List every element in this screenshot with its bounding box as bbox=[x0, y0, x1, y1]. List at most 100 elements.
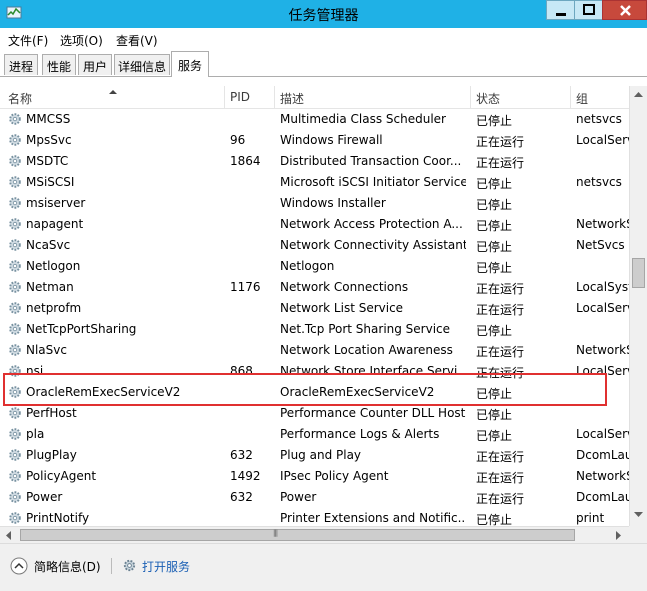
tab-performance[interactable]: 性能 bbox=[42, 54, 76, 75]
vertical-scroll-thumb[interactable] bbox=[632, 258, 645, 288]
highlight-box bbox=[3, 373, 607, 406]
service-group: netsvcs bbox=[576, 112, 622, 126]
service-gear-icon bbox=[8, 217, 22, 231]
table-row[interactable]: NetTcpPortSharing Net.Tcp Port Sharing Se… bbox=[0, 319, 629, 340]
service-description: Multimedia Class Scheduler bbox=[280, 112, 446, 126]
column-header-pid[interactable]: PID bbox=[230, 90, 250, 104]
minimize-icon bbox=[556, 13, 566, 16]
service-gear-icon bbox=[8, 322, 22, 336]
service-pid: 632 bbox=[230, 448, 253, 462]
menu-view[interactable]: 查看(V) bbox=[116, 32, 158, 49]
service-description: Printer Extensions and Notific... bbox=[280, 511, 466, 525]
column-header-description[interactable]: 描述 bbox=[280, 90, 304, 107]
service-name: NetTcpPortSharing bbox=[26, 322, 137, 336]
service-pid: 1492 bbox=[230, 469, 261, 483]
service-gear-icon bbox=[8, 343, 22, 357]
service-gear-icon bbox=[8, 448, 22, 462]
service-status: 正在运行 bbox=[476, 303, 525, 317]
service-status: 已停止 bbox=[476, 324, 513, 338]
service-group: DcomLau bbox=[576, 490, 629, 504]
tab-details[interactable]: 详细信息 bbox=[114, 54, 170, 75]
scroll-right-icon[interactable] bbox=[616, 531, 622, 540]
tab-services[interactable]: 服务 bbox=[171, 51, 209, 77]
column-header-status[interactable]: 状态 bbox=[476, 90, 500, 107]
service-name: MSiSCSI bbox=[26, 175, 75, 189]
tab-users[interactable]: 用户 bbox=[78, 54, 112, 75]
table-row[interactable]: MSDTC 1864 Distributed Transaction Coor...… bbox=[0, 151, 629, 172]
scroll-down-icon[interactable] bbox=[634, 512, 643, 518]
service-gear-icon bbox=[8, 133, 22, 147]
service-name: netprofm bbox=[26, 301, 82, 315]
table-row[interactable]: Power 632 Power 正在运行 DcomLau bbox=[0, 487, 629, 508]
table-row[interactable]: napagent Network Access Protection A... 已停… bbox=[0, 214, 629, 235]
table-row[interactable]: msiserver Windows Installer 已停止 bbox=[0, 193, 629, 214]
close-icon bbox=[620, 5, 631, 16]
menu-file[interactable]: 文件(F) bbox=[8, 32, 48, 49]
service-status: 已停止 bbox=[476, 240, 513, 254]
tab-processes[interactable]: 进程 bbox=[4, 54, 38, 75]
table-row[interactable]: PlugPlay 632 Plug and Play 正在运行 DcomLau bbox=[0, 445, 629, 466]
table-row[interactable]: MSiSCSI Microsoft iSCSI Initiator Service… bbox=[0, 172, 629, 193]
service-description: Windows Installer bbox=[280, 196, 386, 210]
service-description: Netlogon bbox=[280, 259, 335, 273]
service-description: Network Location Awareness bbox=[280, 343, 453, 357]
table-row[interactable]: MMCSS Multimedia Class Scheduler 已停止 netsvc… bbox=[0, 109, 629, 130]
service-pid: 1176 bbox=[230, 280, 261, 294]
chevron-up-circle-icon[interactable] bbox=[10, 557, 28, 575]
service-group: NetworkS bbox=[576, 217, 629, 231]
service-status: 正在运行 bbox=[476, 450, 525, 464]
service-description: Network List Service bbox=[280, 301, 404, 315]
table-row[interactable]: NlaSvc Network Location Awareness 正在运行 Netw… bbox=[0, 340, 629, 361]
service-gear-icon bbox=[8, 154, 22, 168]
service-name: PrintNotify bbox=[26, 511, 90, 525]
table-row[interactable]: PolicyAgent 1492 IPsec Policy Agent 正在运行 Net… bbox=[0, 466, 629, 487]
service-group: LocalSyst bbox=[576, 280, 629, 294]
table-row[interactable]: PrintNotify Printer Extensions and Notifi… bbox=[0, 508, 629, 526]
maximize-button[interactable] bbox=[574, 0, 603, 20]
title-bar[interactable]: 任务管理器 bbox=[0, 0, 647, 28]
table-row[interactable]: MpsSvc 96 Windows Firewall 正在运行 LocalServ bbox=[0, 130, 629, 151]
service-description: Distributed Transaction Coor... bbox=[280, 154, 462, 168]
service-status: 已停止 bbox=[476, 429, 513, 443]
service-pid: 632 bbox=[230, 490, 253, 504]
vertical-scrollbar[interactable] bbox=[629, 86, 647, 526]
service-name: Netlogon bbox=[26, 259, 81, 273]
service-gear-icon bbox=[8, 259, 22, 273]
horizontal-scroll-thumb[interactable] bbox=[20, 529, 575, 541]
scroll-corner bbox=[629, 526, 647, 543]
table-row[interactable]: PerfHost Performance Counter DLL Host 已停止 bbox=[0, 403, 629, 424]
services-list[interactable]: 名称 PID 描述 状态 组 MMCSS Multimedia Class Sch… bbox=[0, 86, 629, 526]
column-header-name[interactable]: 名称 bbox=[8, 90, 32, 107]
table-row[interactable]: Netman 1176 Network Connections 正在运行 LocalSy… bbox=[0, 277, 629, 298]
menu-options[interactable]: 选项(O) bbox=[60, 32, 103, 49]
service-name: NcaSvc bbox=[26, 238, 71, 252]
scroll-up-icon[interactable] bbox=[634, 92, 643, 98]
service-name: PerfHost bbox=[26, 406, 77, 420]
table-row[interactable]: pla Performance Logs & Alerts 已停止 LocalServ bbox=[0, 424, 629, 445]
minimize-button[interactable] bbox=[546, 0, 575, 20]
service-pid: 1864 bbox=[230, 154, 261, 168]
service-gear-icon bbox=[8, 406, 22, 420]
service-gear-icon bbox=[8, 280, 22, 294]
service-status: 已停止 bbox=[476, 114, 513, 128]
menu-bar: 文件(F) 选项(O) 查看(V) bbox=[0, 28, 647, 50]
service-description: Plug and Play bbox=[280, 448, 362, 462]
service-description: Performance Counter DLL Host bbox=[280, 406, 466, 420]
services-gear-icon bbox=[123, 559, 136, 572]
service-status: 正在运行 bbox=[476, 156, 525, 170]
service-group: LocalServ bbox=[576, 427, 629, 441]
column-header-group[interactable]: 组 bbox=[576, 90, 588, 107]
close-button[interactable] bbox=[602, 0, 647, 20]
service-group: DcomLau bbox=[576, 448, 629, 462]
open-services-link[interactable]: 打开服务 bbox=[142, 558, 190, 575]
service-description: Net.Tcp Port Sharing Service bbox=[280, 322, 451, 336]
less-details-button[interactable]: 简略信息(D) bbox=[34, 558, 101, 575]
service-gear-icon bbox=[8, 301, 22, 315]
scroll-left-icon[interactable] bbox=[6, 531, 12, 540]
table-row[interactable]: Netlogon Netlogon 已停止 bbox=[0, 256, 629, 277]
table-row[interactable]: NcaSvc Network Connectivity Assistant 已停止 N… bbox=[0, 235, 629, 256]
table-row[interactable]: netprofm Network List Service 正在运行 LocalSer… bbox=[0, 298, 629, 319]
tab-strip: 进程 性能 用户 详细信息 服务 bbox=[0, 50, 647, 77]
service-name: PolicyAgent bbox=[26, 469, 97, 483]
horizontal-scrollbar[interactable]: ||| bbox=[0, 526, 629, 543]
